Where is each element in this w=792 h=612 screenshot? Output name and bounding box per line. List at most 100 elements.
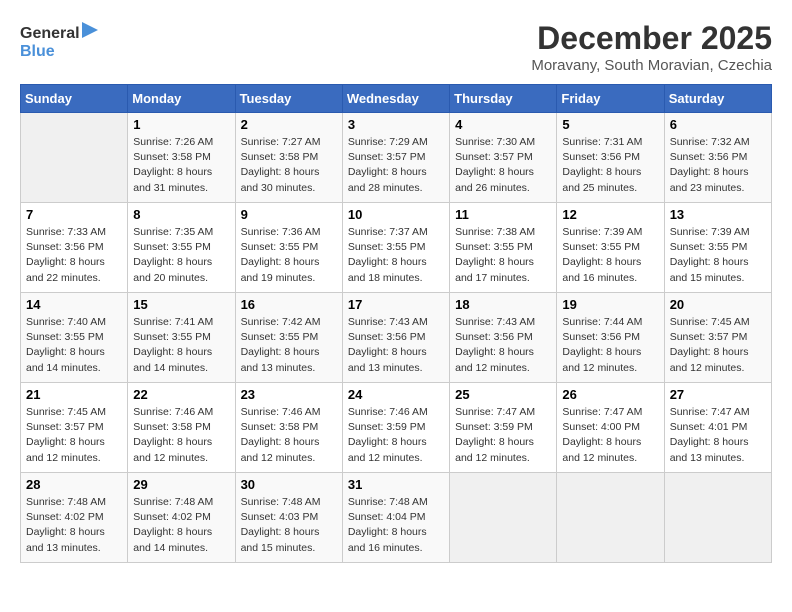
calendar-cell: 18 Sunrise: 7:43 AM Sunset: 3:56 PM Dayli…	[450, 293, 557, 383]
day-info: Sunrise: 7:37 AM Sunset: 3:55 PM Dayligh…	[348, 225, 444, 286]
day-info: Sunrise: 7:45 AM Sunset: 3:57 PM Dayligh…	[670, 315, 766, 376]
day-info: Sunrise: 7:47 AM Sunset: 4:00 PM Dayligh…	[562, 405, 658, 466]
calendar-cell: 31 Sunrise: 7:48 AM Sunset: 4:04 PM Dayli…	[342, 473, 449, 563]
calendar-cell: 15Sunrise: 7:41 AM Sunset: 3:55 PM Dayli…	[128, 293, 235, 383]
day-info: Sunrise: 7:46 AM Sunset: 3:58 PM Dayligh…	[241, 405, 337, 466]
day-info: Sunrise: 7:48 AM Sunset: 4:04 PM Dayligh…	[348, 495, 444, 556]
day-number: 12	[562, 207, 658, 222]
calendar-cell: 9Sunrise: 7:36 AM Sunset: 3:55 PM Daylig…	[235, 203, 342, 293]
svg-text:General: General	[20, 25, 80, 42]
day-number: 31	[348, 477, 444, 492]
month-title: December 2025	[531, 20, 772, 57]
calendar-cell: 22 Sunrise: 7:46 AM Sunset: 3:58 PM Dayli…	[128, 383, 235, 473]
day-number: 27	[670, 387, 766, 402]
day-info: Sunrise: 7:46 AM Sunset: 3:58 PM Dayligh…	[133, 405, 229, 466]
day-number: 26	[562, 387, 658, 402]
title-block: December 2025 Moravany, South Moravian, …	[531, 20, 772, 74]
calendar-cell: 17 Sunrise: 7:43 AM Sunset: 3:56 PM Dayli…	[342, 293, 449, 383]
week-row-3: 14Sunrise: 7:40 AM Sunset: 3:55 PM Dayli…	[21, 293, 772, 383]
calendar-cell: 4Sunrise: 7:30 AM Sunset: 3:57 PM Daylig…	[450, 113, 557, 203]
day-info: Sunrise: 7:30 AM Sunset: 3:57 PM Dayligh…	[455, 135, 551, 196]
weekday-header-thursday: Thursday	[450, 85, 557, 113]
calendar-cell: 13 Sunrise: 7:39 AM Sunset: 3:55 PM Dayli…	[664, 203, 771, 293]
day-info: Sunrise: 7:46 AM Sunset: 3:59 PM Dayligh…	[348, 405, 444, 466]
day-number: 3	[348, 117, 444, 132]
day-info: Sunrise: 7:48 AM Sunset: 4:02 PM Dayligh…	[26, 495, 122, 556]
day-number: 6	[670, 117, 766, 132]
calendar-cell: 26 Sunrise: 7:47 AM Sunset: 4:00 PM Dayli…	[557, 383, 664, 473]
day-info: Sunrise: 7:45 AM Sunset: 3:57 PM Dayligh…	[26, 405, 122, 466]
day-number: 19	[562, 297, 658, 312]
weekday-header-monday: Monday	[128, 85, 235, 113]
day-info: Sunrise: 7:47 AM Sunset: 3:59 PM Dayligh…	[455, 405, 551, 466]
day-number: 11	[455, 207, 551, 222]
day-info: Sunrise: 7:44 AM Sunset: 3:56 PM Dayligh…	[562, 315, 658, 376]
day-number: 14	[26, 297, 122, 312]
day-info: Sunrise: 7:39 AM Sunset: 3:55 PM Dayligh…	[562, 225, 658, 286]
day-number: 1	[133, 117, 229, 132]
day-number: 13	[670, 207, 766, 222]
day-info: Sunrise: 7:43 AM Sunset: 3:56 PM Dayligh…	[455, 315, 551, 376]
day-number: 25	[455, 387, 551, 402]
calendar-cell: 16Sunrise: 7:42 AM Sunset: 3:55 PM Dayli…	[235, 293, 342, 383]
logo-svg: GeneralBlue	[20, 20, 100, 60]
day-number: 24	[348, 387, 444, 402]
calendar-cell: 2Sunrise: 7:27 AM Sunset: 3:58 PM Daylig…	[235, 113, 342, 203]
weekday-header-row: SundayMondayTuesdayWednesdayThursdayFrid…	[21, 85, 772, 113]
day-number: 5	[562, 117, 658, 132]
day-number: 9	[241, 207, 337, 222]
day-info: Sunrise: 7:39 AM Sunset: 3:55 PM Dayligh…	[670, 225, 766, 286]
calendar-cell: 10 Sunrise: 7:37 AM Sunset: 3:55 PM Dayli…	[342, 203, 449, 293]
day-info: Sunrise: 7:31 AM Sunset: 3:56 PM Dayligh…	[562, 135, 658, 196]
day-info: Sunrise: 7:38 AM Sunset: 3:55 PM Dayligh…	[455, 225, 551, 286]
calendar-cell: 19 Sunrise: 7:44 AM Sunset: 3:56 PM Dayli…	[557, 293, 664, 383]
calendar-cell	[21, 113, 128, 203]
day-info: Sunrise: 7:32 AM Sunset: 3:56 PM Dayligh…	[670, 135, 766, 196]
calendar-cell: 11 Sunrise: 7:38 AM Sunset: 3:55 PM Dayli…	[450, 203, 557, 293]
calendar-cell: 7 Sunrise: 7:33 AM Sunset: 3:56 PM Daylig…	[21, 203, 128, 293]
week-row-5: 28 Sunrise: 7:48 AM Sunset: 4:02 PM Dayli…	[21, 473, 772, 563]
calendar-cell: 14Sunrise: 7:40 AM Sunset: 3:55 PM Dayli…	[21, 293, 128, 383]
week-row-4: 21 Sunrise: 7:45 AM Sunset: 3:57 PM Dayli…	[21, 383, 772, 473]
day-info: Sunrise: 7:26 AM Sunset: 3:58 PM Dayligh…	[133, 135, 229, 196]
day-number: 20	[670, 297, 766, 312]
day-number: 18	[455, 297, 551, 312]
weekday-header-tuesday: Tuesday	[235, 85, 342, 113]
calendar-cell	[450, 473, 557, 563]
weekday-header-sunday: Sunday	[21, 85, 128, 113]
calendar-cell: 8Sunrise: 7:35 AM Sunset: 3:55 PM Daylig…	[128, 203, 235, 293]
day-info: Sunrise: 7:35 AM Sunset: 3:55 PM Dayligh…	[133, 225, 229, 286]
calendar-cell: 20 Sunrise: 7:45 AM Sunset: 3:57 PM Dayli…	[664, 293, 771, 383]
weekday-header-friday: Friday	[557, 85, 664, 113]
day-info: Sunrise: 7:27 AM Sunset: 3:58 PM Dayligh…	[241, 135, 337, 196]
page-header: GeneralBlue December 2025 Moravany, Sout…	[20, 20, 772, 74]
week-row-1: 1 Sunrise: 7:26 AM Sunset: 3:58 PM Daylig…	[21, 113, 772, 203]
weekday-header-wednesday: Wednesday	[342, 85, 449, 113]
calendar-cell: 24 Sunrise: 7:46 AM Sunset: 3:59 PM Dayli…	[342, 383, 449, 473]
day-number: 28	[26, 477, 122, 492]
day-info: Sunrise: 7:41 AM Sunset: 3:55 PM Dayligh…	[133, 315, 229, 376]
day-number: 7	[26, 207, 122, 222]
logo: GeneralBlue	[20, 20, 100, 60]
week-row-2: 7 Sunrise: 7:33 AM Sunset: 3:56 PM Daylig…	[21, 203, 772, 293]
day-info: Sunrise: 7:29 AM Sunset: 3:57 PM Dayligh…	[348, 135, 444, 196]
day-number: 23	[241, 387, 337, 402]
calendar-cell: 29Sunrise: 7:48 AM Sunset: 4:02 PM Dayli…	[128, 473, 235, 563]
calendar-cell: 12 Sunrise: 7:39 AM Sunset: 3:55 PM Dayli…	[557, 203, 664, 293]
calendar-cell	[557, 473, 664, 563]
day-number: 10	[348, 207, 444, 222]
day-info: Sunrise: 7:33 AM Sunset: 3:56 PM Dayligh…	[26, 225, 122, 286]
day-info: Sunrise: 7:42 AM Sunset: 3:55 PM Dayligh…	[241, 315, 337, 376]
calendar-cell: 27Sunrise: 7:47 AM Sunset: 4:01 PM Dayli…	[664, 383, 771, 473]
calendar-cell: 21 Sunrise: 7:45 AM Sunset: 3:57 PM Dayli…	[21, 383, 128, 473]
day-info: Sunrise: 7:48 AM Sunset: 4:03 PM Dayligh…	[241, 495, 337, 556]
calendar-cell: 3 Sunrise: 7:29 AM Sunset: 3:57 PM Daylig…	[342, 113, 449, 203]
calendar-cell: 30Sunrise: 7:48 AM Sunset: 4:03 PM Dayli…	[235, 473, 342, 563]
calendar-cell: 28 Sunrise: 7:48 AM Sunset: 4:02 PM Dayli…	[21, 473, 128, 563]
day-number: 22	[133, 387, 229, 402]
day-info: Sunrise: 7:43 AM Sunset: 3:56 PM Dayligh…	[348, 315, 444, 376]
calendar-cell: 1 Sunrise: 7:26 AM Sunset: 3:58 PM Daylig…	[128, 113, 235, 203]
day-number: 21	[26, 387, 122, 402]
calendar-cell: 25 Sunrise: 7:47 AM Sunset: 3:59 PM Dayli…	[450, 383, 557, 473]
day-number: 17	[348, 297, 444, 312]
